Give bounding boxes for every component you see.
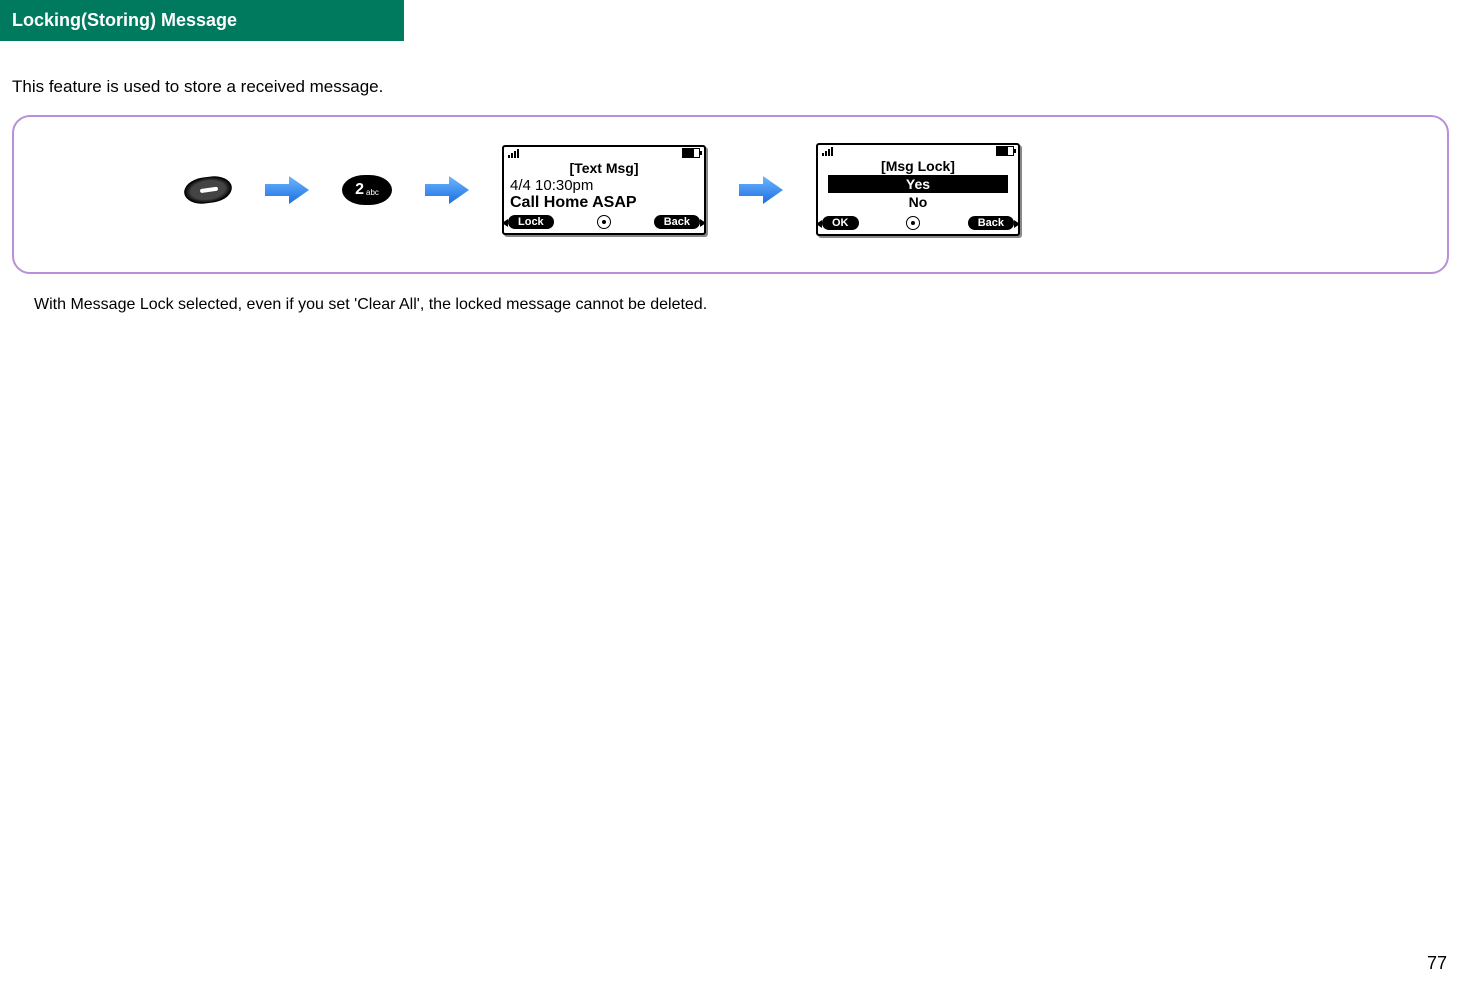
softkey-bar: OK Back <box>818 213 1018 234</box>
steps-diagram: 2 abc [Text Msg] 4/4 10:30pm Call Home A… <box>12 115 1449 274</box>
softkey-back: Back <box>968 216 1014 230</box>
step-screen-msglock: [Msg Lock] Yes No OK Back <box>816 143 1020 236</box>
screen1-title: [Text Msg] <box>504 160 704 176</box>
step-screen-textmsg: [Text Msg] 4/4 10:30pm Call Home ASAP Lo… <box>502 145 706 235</box>
section-header: Locking(Storing) Message <box>0 0 404 41</box>
arrow-icon <box>422 170 472 210</box>
softkey-bar: Lock Back <box>504 212 704 233</box>
softkey-lock: Lock <box>508 215 554 229</box>
status-bar <box>504 147 704 159</box>
phone-screen-2: [Msg Lock] Yes No OK Back <box>816 143 1020 236</box>
softkey-ok: OK <box>822 216 859 230</box>
key-2-digit: 2 <box>355 181 364 199</box>
signal-icon <box>822 146 833 156</box>
option-yes: Yes <box>828 175 1008 193</box>
battery-icon <box>682 148 700 158</box>
phone-screen-1: [Text Msg] 4/4 10:30pm Call Home ASAP Lo… <box>502 145 706 235</box>
left-softkey-icon <box>182 173 233 205</box>
option-list: Yes No <box>818 175 1018 213</box>
step-softkey <box>184 177 232 203</box>
screen2-title: [Msg Lock] <box>818 158 1018 174</box>
signal-icon <box>508 148 519 158</box>
key-2-icon: 2 abc <box>342 175 392 205</box>
option-no: No <box>828 193 1008 211</box>
status-bar <box>818 145 1018 157</box>
key-2-sub: abc <box>366 188 379 197</box>
screen1-body: Call Home ASAP <box>504 194 704 212</box>
arrow-icon <box>262 170 312 210</box>
softkey-back: Back <box>654 215 700 229</box>
footnote-text: With Message Lock selected, even if you … <box>34 296 1461 314</box>
screen1-timestamp: 4/4 10:30pm <box>504 177 704 194</box>
intro-text: This feature is used to store a received… <box>12 77 1461 97</box>
section-header-text: Locking(Storing) Message <box>12 10 237 30</box>
page-number: 77 <box>1427 953 1447 974</box>
nav-icon <box>597 215 611 229</box>
nav-icon <box>906 216 920 230</box>
battery-icon <box>996 146 1014 156</box>
arrow-icon <box>736 170 786 210</box>
step-numkey: 2 abc <box>342 175 392 205</box>
